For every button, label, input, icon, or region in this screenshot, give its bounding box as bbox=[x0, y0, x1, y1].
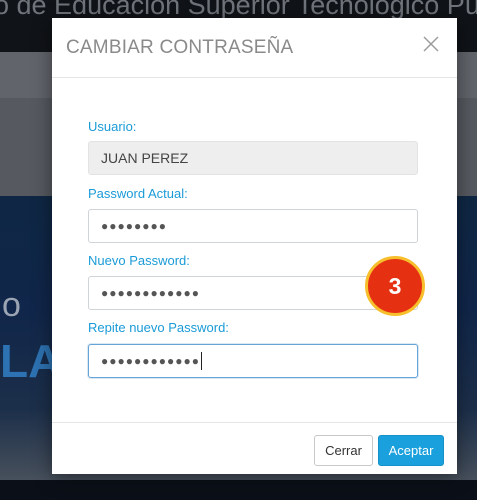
aceptar-button[interactable]: Aceptar bbox=[378, 435, 444, 466]
modal-footer: Cerrar Aceptar bbox=[52, 422, 457, 474]
repite-password-value: ●●●●●●●●●●●● bbox=[101, 354, 200, 368]
close-icon[interactable] bbox=[419, 32, 443, 56]
step-number-badge: 3 bbox=[365, 256, 425, 316]
change-password-modal: CAMBIAR CONTRASEÑA Usuario: JUAN PEREZ P… bbox=[52, 18, 457, 474]
repite-password-input[interactable]: ●●●●●●●●●●●● bbox=[88, 344, 418, 378]
text-caret bbox=[200, 352, 202, 370]
background-hero-text: o bbox=[2, 286, 21, 324]
usuario-label: Usuario: bbox=[88, 119, 137, 134]
cerrar-button[interactable]: Cerrar bbox=[314, 435, 373, 466]
modal-title: CAMBIAR CONTRASEÑA bbox=[66, 37, 294, 58]
background-footer bbox=[0, 480, 477, 500]
password-actual-label: Password Actual: bbox=[88, 186, 188, 201]
usuario-value: JUAN PEREZ bbox=[101, 150, 189, 166]
password-actual-input[interactable]: ●●●●●●●● bbox=[88, 209, 418, 243]
repite-password-label: Repite nuevo Password: bbox=[88, 320, 229, 335]
password-actual-value: ●●●●●●●● bbox=[101, 219, 167, 233]
nuevo-password-label: Nuevo Password: bbox=[88, 253, 190, 268]
nuevo-password-value: ●●●●●●●●●●●● bbox=[101, 286, 200, 300]
modal-header: CAMBIAR CONTRASEÑA bbox=[52, 18, 457, 78]
usuario-field: JUAN PEREZ bbox=[88, 141, 418, 175]
